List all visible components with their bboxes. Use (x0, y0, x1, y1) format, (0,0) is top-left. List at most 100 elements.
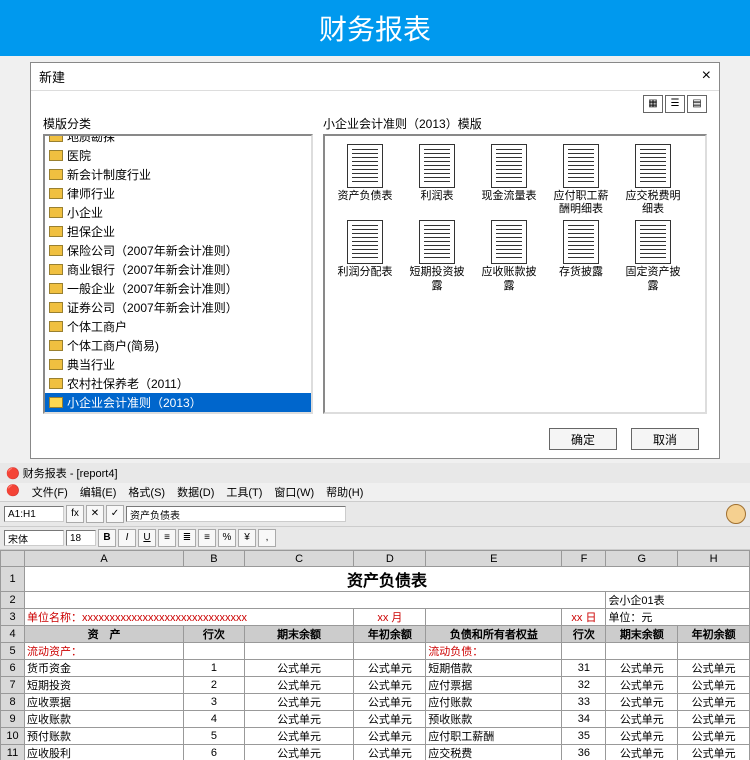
spreadsheet[interactable]: ABCDEFGH1资产负债表2会小企01表3单位名称：xxxxxxxxxxxxx… (0, 550, 750, 760)
menu-item[interactable]: 窗口(W) (270, 484, 318, 500)
cell[interactable]: 短期投资 (25, 677, 184, 694)
cell[interactable] (606, 643, 678, 660)
category-item[interactable]: 保险公司（2007年新会计准则） (45, 241, 311, 260)
cell[interactable]: 公式单元 (244, 711, 354, 728)
cell[interactable]: 公式单元 (354, 694, 426, 711)
cell[interactable]: 公式单元 (244, 694, 354, 711)
font-select[interactable] (4, 530, 64, 546)
cell[interactable]: 4 (184, 711, 245, 728)
category-item[interactable]: 个体工商户 (45, 317, 311, 336)
cell[interactable]: 公式单元 (606, 660, 678, 677)
col-header[interactable]: C (244, 551, 354, 567)
col-header[interactable]: A (25, 551, 184, 567)
cell[interactable]: 预付账款 (25, 728, 184, 745)
category-item[interactable]: 担保企业 (45, 222, 311, 241)
cancel-button[interactable]: 取消 (631, 428, 699, 450)
cell[interactable]: 公式单元 (244, 745, 354, 760)
align-center-icon[interactable]: ≣ (178, 529, 196, 547)
cell[interactable]: 货币资金 (25, 660, 184, 677)
cell[interactable]: 公式单元 (606, 694, 678, 711)
category-item[interactable]: 律师行业 (45, 184, 311, 203)
template-item[interactable]: 资产负债表 (333, 144, 397, 216)
category-item[interactable]: 小企业会计准则（2013） (45, 393, 311, 412)
row-header[interactable]: 1 (1, 567, 25, 592)
cell[interactable]: 公式单元 (678, 660, 750, 677)
confirm-icon[interactable]: ✓ (106, 505, 124, 523)
cell[interactable]: 公式单元 (244, 728, 354, 745)
cell[interactable]: 应交税费 (426, 745, 562, 760)
cell[interactable]: 公式单元 (678, 728, 750, 745)
cell[interactable]: 公式单元 (244, 677, 354, 694)
cell[interactable]: 应付账款 (426, 694, 562, 711)
align-left-icon[interactable]: ≡ (158, 529, 176, 547)
cell[interactable] (184, 643, 245, 660)
cell[interactable]: 公式单元 (678, 694, 750, 711)
font-size-select[interactable] (66, 530, 96, 546)
cell[interactable]: 公式单元 (606, 745, 678, 760)
view-list-icon[interactable]: ☰ (665, 95, 685, 113)
col-header[interactable] (1, 551, 25, 567)
col-header[interactable]: G (606, 551, 678, 567)
category-item[interactable]: 个体工商户(简易) (45, 336, 311, 355)
cell[interactable]: 预收账款 (426, 711, 562, 728)
percent-icon[interactable]: % (218, 529, 236, 547)
menu-item[interactable]: 格式(S) (124, 484, 169, 500)
cell[interactable]: 流动负债： (426, 643, 562, 660)
cell[interactable]: 35 (562, 728, 606, 745)
menu-item[interactable]: 帮助(H) (322, 484, 367, 500)
category-item[interactable]: 新会计制度行业 (45, 165, 311, 184)
cell[interactable]: 3 (184, 694, 245, 711)
cell[interactable]: 应付票据 (426, 677, 562, 694)
cell[interactable]: 33 (562, 694, 606, 711)
template-item[interactable]: 利润表 (405, 144, 469, 216)
category-tree[interactable]: 外商投资企业股份制地质勘探医院新会计制度行业律师行业小企业担保企业保险公司（20… (43, 134, 313, 414)
cell[interactable]: 公式单元 (354, 677, 426, 694)
cell[interactable]: 31 (562, 660, 606, 677)
col-header[interactable]: F (562, 551, 606, 567)
menu-item[interactable]: 数据(D) (173, 484, 218, 500)
cell[interactable]: 2 (184, 677, 245, 694)
category-item[interactable]: 一般企业（2007年新会计准则） (45, 279, 311, 298)
cell[interactable]: 应收账款 (25, 711, 184, 728)
template-item[interactable]: 短期投资披露 (405, 220, 469, 292)
cell[interactable]: 34 (562, 711, 606, 728)
col-header[interactable]: B (184, 551, 245, 567)
col-header[interactable]: D (354, 551, 426, 567)
align-right-icon[interactable]: ≡ (198, 529, 216, 547)
cell[interactable]: 应付职工薪酬 (426, 728, 562, 745)
category-item[interactable]: 小企业 (45, 203, 311, 222)
cell[interactable]: 公式单元 (678, 745, 750, 760)
category-item[interactable]: 证券公司（2007年新会计准则） (45, 298, 311, 317)
cell[interactable]: 32 (562, 677, 606, 694)
menu-item[interactable]: 编辑(E) (76, 484, 121, 500)
template-item[interactable]: 应付职工薪酬明细表 (549, 144, 613, 216)
cell[interactable] (244, 643, 354, 660)
view-detail-icon[interactable]: ▤ (687, 95, 707, 113)
cell[interactable]: 短期借款 (426, 660, 562, 677)
category-item[interactable]: 医院 (45, 146, 311, 165)
template-item[interactable]: 存货披露 (549, 220, 613, 292)
cell[interactable]: 5 (184, 728, 245, 745)
cell[interactable]: 1 (184, 660, 245, 677)
view-large-icon[interactable]: ▦ (643, 95, 663, 113)
close-icon[interactable]: × (702, 67, 711, 86)
cell[interactable] (562, 643, 606, 660)
ok-button[interactable]: 确定 (549, 428, 617, 450)
menu-item[interactable]: 工具(T) (222, 484, 266, 500)
cell[interactable]: 流动资产： (25, 643, 184, 660)
col-header[interactable]: H (678, 551, 750, 567)
cell[interactable]: 公式单元 (606, 677, 678, 694)
cell-ref-input[interactable] (4, 506, 64, 522)
underline-icon[interactable]: U (138, 529, 156, 547)
cell[interactable] (354, 643, 426, 660)
cell[interactable]: 公式单元 (244, 660, 354, 677)
bold-icon[interactable]: B (98, 529, 116, 547)
cancel-icon[interactable]: ✕ (86, 505, 104, 523)
cell[interactable]: 公式单元 (678, 677, 750, 694)
cell[interactable]: 公式单元 (606, 711, 678, 728)
formula-input[interactable] (126, 506, 346, 522)
cell[interactable] (678, 643, 750, 660)
template-item[interactable]: 现金流量表 (477, 144, 541, 216)
comma-icon[interactable]: , (258, 529, 276, 547)
italic-icon[interactable]: I (118, 529, 136, 547)
